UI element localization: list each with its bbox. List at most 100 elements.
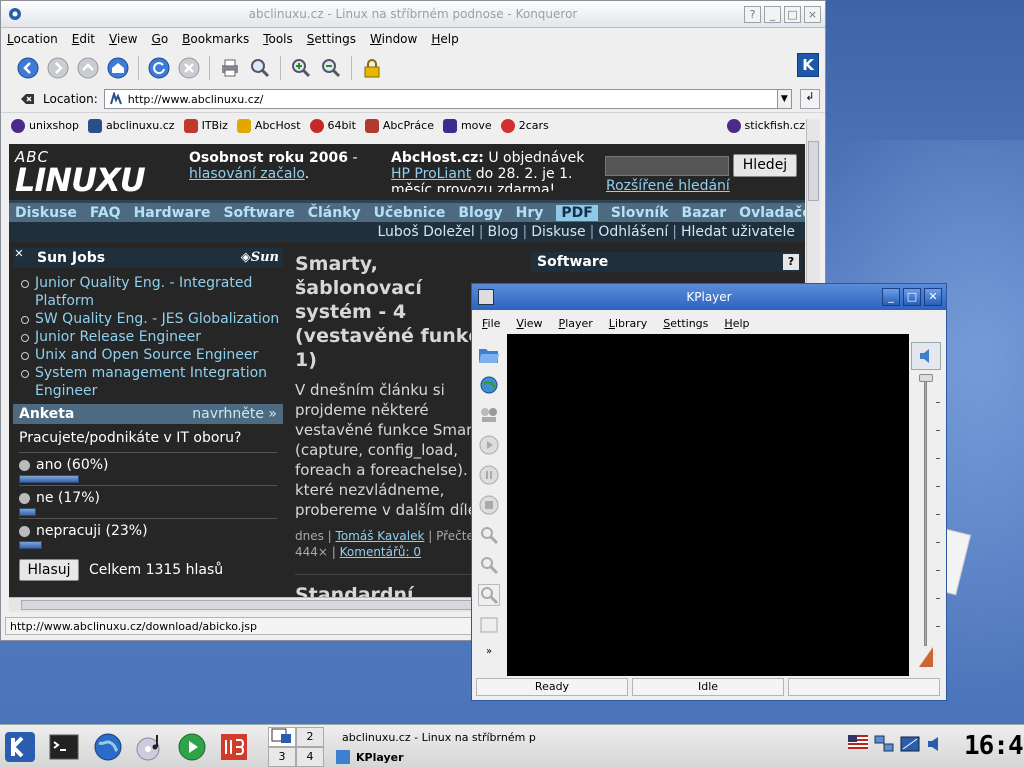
logout-link[interactable]: Odhlášení	[598, 224, 668, 240]
reload-button[interactable]	[146, 55, 172, 81]
kde-throbber-icon[interactable]: K	[797, 53, 819, 77]
kplayer-minimize-button[interactable]: _	[882, 288, 900, 306]
radio-icon[interactable]	[19, 492, 30, 504]
volume-slider-track[interactable]	[924, 376, 927, 646]
open-device-button[interactable]	[478, 404, 500, 426]
nav-pdf[interactable]: PDF	[556, 204, 598, 221]
forward-button[interactable]	[45, 55, 71, 81]
zoom-out-button[interactable]	[318, 55, 344, 81]
nav-ucebnice[interactable]: Učebnice	[374, 205, 446, 221]
keyboard-layout-flag-icon[interactable]	[848, 735, 868, 755]
menu-help[interactable]: Help	[431, 32, 458, 46]
cd-player-launcher[interactable]	[134, 731, 166, 763]
go-button[interactable]: ↲	[799, 89, 820, 109]
menu-bookmarks[interactable]: Bookmarks	[182, 32, 249, 46]
bookmark-itbiz[interactable]: ITBiz	[183, 118, 228, 133]
radio-icon[interactable]	[19, 525, 30, 537]
job-link[interactable]: Unix and Open Source Engineer	[19, 346, 283, 364]
maximize-window-button[interactable]: □	[784, 6, 801, 23]
site-search-input[interactable]	[605, 155, 729, 176]
desktop-4[interactable]: 4	[296, 747, 324, 767]
poll-suggest-link[interactable]: navrhněte »	[192, 404, 277, 424]
radio-icon[interactable]	[19, 459, 30, 471]
home-button[interactable]	[105, 55, 131, 81]
job-link[interactable]: Junior Quality Eng. - Integrated Platfor…	[19, 274, 283, 310]
volume-toggle-button[interactable]	[911, 342, 941, 370]
security-button[interactable]	[359, 55, 385, 81]
nav-diskuse[interactable]: Diskuse	[15, 205, 77, 221]
desktop-2[interactable]: 2	[296, 727, 324, 747]
minimize-window-button[interactable]: _	[764, 6, 781, 23]
office-launcher[interactable]	[218, 731, 250, 763]
nav-slovnik[interactable]: Slovník	[611, 205, 669, 221]
comments-link[interactable]: Komentářů: 0	[340, 545, 421, 559]
job-link[interactable]: Junior Release Engineer	[19, 328, 283, 346]
kplayer-menu-view[interactable]: View	[516, 317, 542, 330]
job-link[interactable]: SW Quality Eng. - JES Globalization	[19, 310, 283, 328]
desktop-1[interactable]	[268, 727, 296, 747]
volume-slider-handle[interactable]	[919, 374, 933, 382]
zoom-out-video-button[interactable]	[478, 554, 500, 576]
bookmark-abclinuxu[interactable]: abclinuxu.cz	[87, 118, 175, 133]
nav-bazar[interactable]: Bazar	[682, 205, 727, 221]
open-file-button[interactable]	[478, 344, 500, 366]
nav-blogy[interactable]: Blogy	[458, 205, 502, 221]
advanced-search-link[interactable]: Rozšířené hledání	[606, 178, 730, 194]
nav-hry[interactable]: Hry	[516, 205, 544, 221]
stop-button[interactable]	[176, 55, 202, 81]
close-window-button[interactable]: ×	[804, 6, 821, 23]
zoom-in-button[interactable]	[288, 55, 314, 81]
toolbar-more-button[interactable]: »	[478, 644, 500, 658]
bookmark-abcprace[interactable]: AbcPráce	[364, 118, 434, 133]
nav-faq[interactable]: FAQ	[90, 205, 121, 221]
kplayer-window[interactable]: KPlayer _ □ ✕ File View Player Library S…	[471, 283, 947, 701]
kplayer-menu-player[interactable]: Player	[559, 317, 593, 330]
scrollbar-thumb[interactable]	[808, 141, 819, 201]
news-osobnost-link[interactable]: hlasování začalo	[189, 166, 305, 182]
pause-button[interactable]	[478, 464, 500, 486]
menu-go[interactable]: Go	[152, 32, 169, 46]
menu-window[interactable]: Window	[370, 32, 417, 46]
bookmark-64bit[interactable]: 64bit	[309, 118, 356, 133]
clock[interactable]: 16:43	[964, 731, 1024, 761]
back-button[interactable]	[15, 55, 41, 81]
play-button[interactable]	[478, 434, 500, 456]
help-window-button[interactable]: ?	[744, 6, 761, 23]
nav-software[interactable]: Software	[223, 205, 294, 221]
klipper-icon[interactable]	[900, 735, 920, 755]
author-link[interactable]: Tomáš Kavalek	[336, 529, 425, 543]
network-icon[interactable]	[874, 735, 894, 755]
up-button[interactable]	[75, 55, 101, 81]
job-link[interactable]: System management Integration Engineer	[19, 364, 283, 400]
article-title[interactable]: Standardní knihovna pro	[295, 583, 495, 597]
fullscreen-button[interactable]	[478, 614, 500, 636]
zoom-in-video-button[interactable]	[478, 524, 500, 546]
kplayer-menu-help[interactable]: Help	[724, 317, 749, 330]
abclinuxu-logo[interactable]: ABC LINUXU	[15, 148, 155, 196]
bookmark-stickfish[interactable]: stickfish.cz	[726, 118, 805, 133]
video-area[interactable]	[507, 334, 909, 676]
volume-tray-icon[interactable]	[926, 735, 946, 755]
menu-location[interactable]: Location	[7, 32, 58, 46]
kplayer-titlebar[interactable]: KPlayer _ □ ✕	[472, 284, 946, 310]
kplayer-menu-settings[interactable]: Settings	[663, 317, 708, 330]
url-history-dropdown[interactable]: ▼	[777, 89, 792, 109]
task-konqueror[interactable]: abclinuxu.cz - Linux na stříbrném podnos…	[336, 727, 536, 747]
url-input[interactable]: http://www.abclinuxu.cz/	[103, 89, 778, 109]
user-name-link[interactable]: Luboš Doležel	[377, 224, 474, 240]
menu-view[interactable]: View	[109, 32, 137, 46]
clear-location-icon[interactable]	[19, 91, 35, 107]
poll-vote-button[interactable]: Hlasuj	[19, 559, 79, 581]
find-user-link[interactable]: Hledat uživatele	[681, 224, 795, 240]
task-kplayer[interactable]: KPlayer	[336, 747, 536, 767]
kplayer-menu-library[interactable]: Library	[609, 317, 647, 330]
menu-edit[interactable]: Edit	[72, 32, 95, 46]
bookmark-move[interactable]: move	[442, 118, 492, 133]
zoom-original-button[interactable]	[478, 584, 500, 606]
media-player-launcher[interactable]	[176, 731, 208, 763]
user-blog-link[interactable]: Blog	[488, 224, 519, 240]
bookmark-unixshop[interactable]: unixshop	[11, 118, 79, 133]
browser-launcher[interactable]	[92, 731, 124, 763]
close-box-icon[interactable]: ✕	[13, 248, 25, 260]
terminal-launcher[interactable]	[48, 731, 80, 763]
